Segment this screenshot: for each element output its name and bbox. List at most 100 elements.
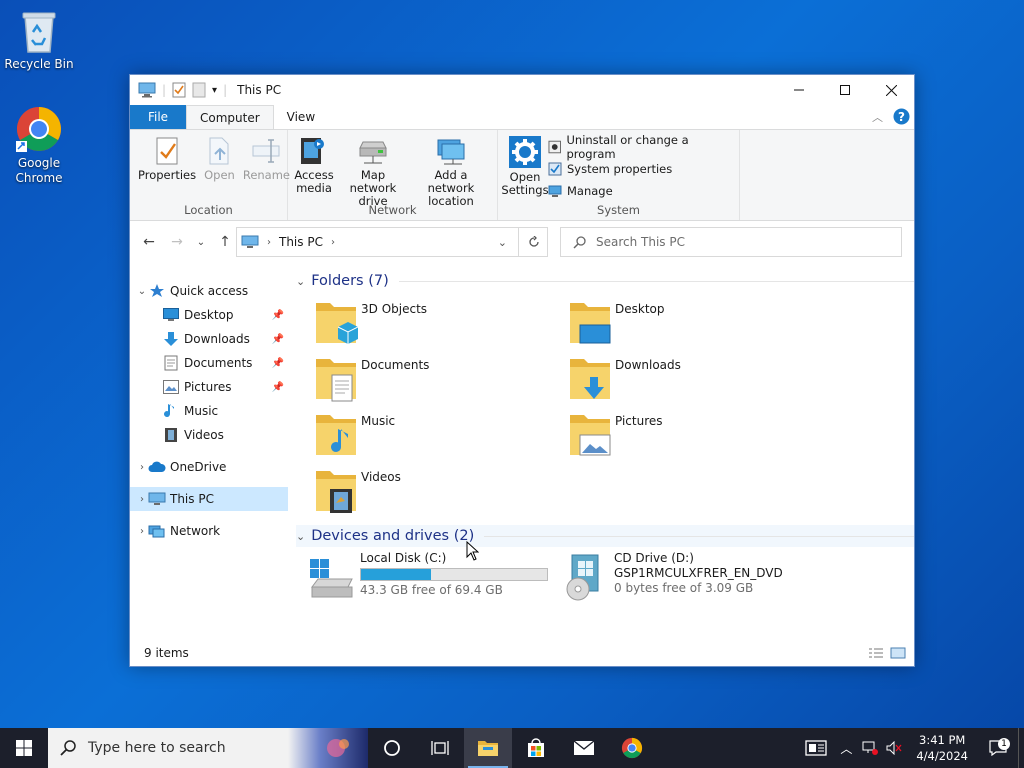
- store-bag-icon: [528, 738, 544, 757]
- taskbar-search-box[interactable]: Type here to search: [48, 728, 368, 768]
- back-button[interactable]: ←: [138, 231, 160, 253]
- search-box[interactable]: Search This PC: [560, 227, 902, 257]
- picture-icon: [162, 378, 180, 396]
- forward-button[interactable]: →: [166, 231, 188, 253]
- chevron-right-icon[interactable]: ›: [136, 526, 148, 537]
- drive-local-disk-c[interactable]: Local Disk (C:) 43.3 GB free of 69.4 GB: [308, 551, 548, 605]
- search-input[interactable]: Search This PC: [596, 235, 685, 249]
- maximize-button[interactable]: [822, 75, 868, 105]
- uninstall-icon: [548, 140, 562, 154]
- refresh-button[interactable]: [518, 227, 548, 257]
- separator: |: [162, 83, 167, 97]
- manage-button[interactable]: Manage: [548, 182, 735, 200]
- action-center-button[interactable]: 1: [978, 738, 1018, 756]
- system-properties-icon: [548, 162, 562, 176]
- hard-drive-icon: [310, 559, 353, 598]
- uninstall-program-button[interactable]: Uninstall or change a program: [548, 133, 735, 161]
- download-arrow-icon: [162, 330, 180, 348]
- ribbon: Properties Open Rename Location Access m…: [130, 129, 914, 221]
- up-button[interactable]: ↑: [214, 231, 236, 253]
- drive-cd-d[interactable]: CD Drive (D:) GSP1RMCULXFRER_EN_DVD 0 by…: [562, 551, 783, 605]
- help-icon[interactable]: ?: [893, 108, 910, 125]
- desktop-icon-recycle-bin[interactable]: Recycle Bin: [0, 8, 78, 72]
- nav-item-music[interactable]: Music: [130, 399, 288, 423]
- collapse-ribbon-icon[interactable]: ︿: [872, 109, 883, 125]
- folder-documents[interactable]: Documents: [314, 355, 554, 405]
- chevron-right-icon[interactable]: ›: [331, 237, 335, 248]
- taskbar-clock[interactable]: 3:41 PM 4/4/2024: [906, 732, 978, 764]
- tab-view[interactable]: View: [274, 105, 328, 129]
- address-bar[interactable]: › This PC › ⌄: [236, 227, 548, 257]
- properties-icon[interactable]: [172, 82, 186, 98]
- pin-icon[interactable]: 📌: [272, 382, 284, 393]
- svg-text:?: ?: [898, 110, 905, 124]
- details-view-icon[interactable]: [868, 647, 884, 659]
- folder-desktop[interactable]: Desktop: [568, 299, 808, 349]
- chevron-right-icon[interactable]: ›: [136, 462, 148, 473]
- nav-item-desktop[interactable]: Desktop 📌: [130, 303, 288, 327]
- chevron-right-icon[interactable]: ›: [136, 494, 148, 505]
- nav-item-videos[interactable]: Videos: [130, 423, 288, 447]
- folder-videos[interactable]: Videos: [314, 467, 554, 517]
- minimize-button[interactable]: [776, 75, 822, 105]
- large-icons-view-icon[interactable]: [890, 647, 906, 659]
- chevron-down-icon[interactable]: ⌄: [296, 530, 305, 543]
- folder-downloads[interactable]: Downloads: [568, 355, 808, 405]
- nav-network[interactable]: › Network: [130, 519, 288, 543]
- search-icon: [573, 235, 586, 249]
- desktop-icon-google-chrome[interactable]: Google Chrome: [0, 105, 78, 186]
- nav-item-downloads[interactable]: Downloads 📌: [130, 327, 288, 351]
- chevron-down-icon[interactable]: ⌄: [498, 236, 507, 249]
- mouse-cursor-icon: [466, 541, 479, 561]
- properties-icon: [156, 137, 178, 165]
- close-button[interactable]: [868, 75, 914, 105]
- network-status-button[interactable]: [858, 741, 882, 755]
- breadcrumb-this-pc[interactable]: This PC: [279, 235, 323, 249]
- chevron-right-icon[interactable]: ›: [267, 237, 271, 248]
- drive-usage-bar: [360, 568, 548, 581]
- start-button[interactable]: [0, 728, 48, 768]
- new-folder-icon[interactable]: [192, 82, 206, 98]
- tab-computer[interactable]: Computer: [186, 105, 274, 129]
- pin-icon[interactable]: 📌: [272, 334, 284, 345]
- system-tray: ︿ 3:41 PM 4/4/2024 1: [798, 728, 1024, 768]
- chevron-down-icon[interactable]: ⌄: [296, 275, 305, 288]
- drive-free-space: 0 bytes free of 3.09 GB: [614, 581, 754, 595]
- nav-item-pictures[interactable]: Pictures 📌: [130, 375, 288, 399]
- folder-pictures[interactable]: Pictures: [568, 411, 808, 461]
- nav-quick-access[interactable]: ⌄ Quick access: [130, 279, 288, 303]
- taskbar-chrome[interactable]: [608, 728, 656, 768]
- volume-button[interactable]: [882, 741, 906, 755]
- taskbar-mail[interactable]: [560, 728, 608, 768]
- tab-file[interactable]: File: [130, 105, 186, 129]
- recent-locations-button[interactable]: ⌄: [194, 231, 208, 253]
- ribbon-group-network: Access media Map network drive Add a net…: [288, 130, 498, 220]
- nav-this-pc[interactable]: › This PC: [130, 487, 288, 511]
- folders-section-header[interactable]: ⌄ Folders (7): [296, 273, 914, 289]
- pin-icon[interactable]: 📌: [272, 358, 284, 369]
- drives-section-header[interactable]: ⌄ Devices and drives (2): [296, 525, 914, 547]
- desktop-folder-icon: [570, 303, 611, 344]
- taskbar-microsoft-store[interactable]: [512, 728, 560, 768]
- folder-3d-objects[interactable]: 3D Objects: [314, 299, 554, 349]
- chevron-down-icon[interactable]: ▾: [212, 85, 217, 96]
- this-pc-icon: [138, 82, 156, 98]
- drive-name: Local Disk (C:): [360, 551, 447, 565]
- music-note-icon: [162, 402, 180, 420]
- taskbar-search-input[interactable]: Type here to search: [88, 740, 226, 756]
- item-count: 9 items: [144, 646, 189, 660]
- pin-icon[interactable]: 📌: [272, 310, 284, 321]
- news-widget-button[interactable]: [798, 740, 834, 756]
- chevron-down-icon[interactable]: ⌄: [136, 286, 148, 297]
- taskbar-file-explorer[interactable]: [464, 728, 512, 768]
- system-properties-button[interactable]: System properties: [548, 160, 735, 178]
- nav-item-documents[interactable]: Documents 📌: [130, 351, 288, 375]
- nav-onedrive[interactable]: › OneDrive: [130, 455, 288, 479]
- folder-music[interactable]: Music: [314, 411, 554, 461]
- cortana-button[interactable]: [368, 728, 416, 768]
- show-desktop-button[interactable]: [1018, 728, 1024, 768]
- show-hidden-icons-button[interactable]: ︿: [834, 740, 858, 757]
- task-view-button[interactable]: [416, 728, 464, 768]
- computer-management-icon: [548, 185, 562, 197]
- rename-icon: [252, 139, 280, 163]
